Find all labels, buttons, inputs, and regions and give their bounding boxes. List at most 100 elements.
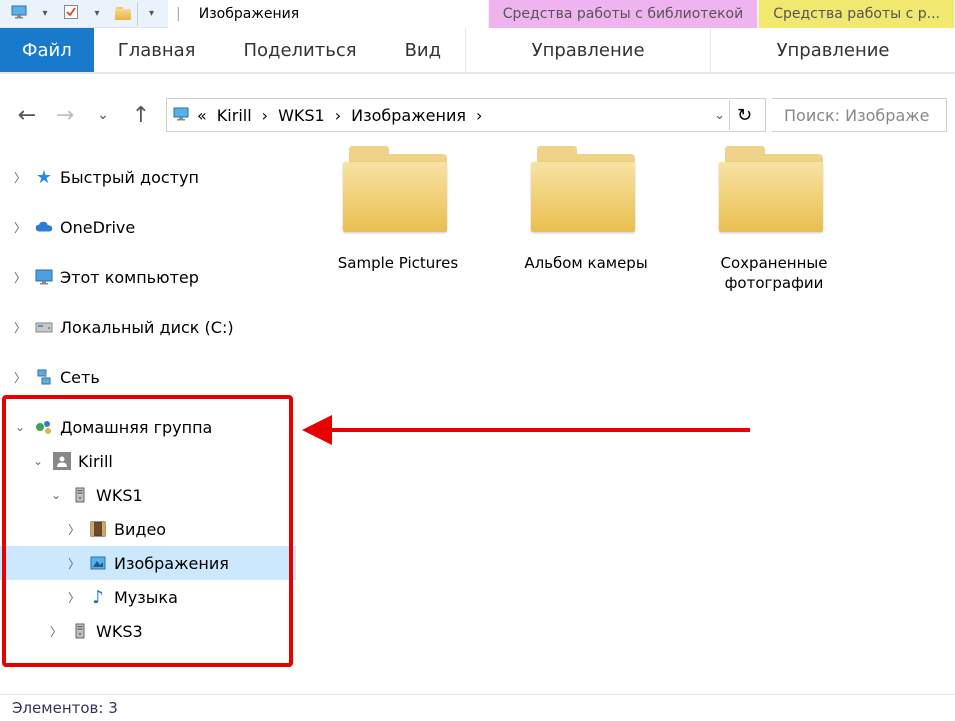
chevron-right-icon[interactable]: 〉 xyxy=(66,555,82,572)
qat-dropdown-1[interactable]: ▾ xyxy=(33,2,57,26)
ribbon-tab-manage-library[interactable]: Управление xyxy=(465,28,710,72)
tree-label: Этот компьютер xyxy=(60,268,199,287)
status-bar: Элементов: 3 xyxy=(0,694,955,721)
chevron-right-icon[interactable]: 〉 xyxy=(66,521,82,538)
status-count: 3 xyxy=(108,699,118,717)
tree-label: Быстрый доступ xyxy=(60,168,199,187)
context-tab-library[interactable]: Средства работы с библиотекой xyxy=(488,0,758,28)
folder-sample-pictures[interactable]: Sample Pictures xyxy=(318,146,478,274)
chevron-right-icon[interactable]: 〉 xyxy=(12,169,28,186)
navigation-bar: ← → ⌄ ↑ « Kirill › WKS1 › Изображения › … xyxy=(0,96,955,134)
video-icon xyxy=(88,519,108,539)
navigation-tree[interactable]: 〉 ★ Быстрый доступ 〉 OneDrive 〉 Этот ком… xyxy=(0,134,296,686)
folder-label: Альбом камеры xyxy=(506,254,666,274)
tree-local-disk[interactable]: 〉 Локальный диск (C:) xyxy=(0,310,296,344)
folder-label: Сохраненные фотографии xyxy=(694,254,854,293)
tree-label: Видео xyxy=(114,520,166,539)
disk-icon xyxy=(34,317,54,337)
ribbon-tab-file[interactable]: Файл xyxy=(0,28,94,72)
nav-back-button[interactable]: ← xyxy=(8,96,46,134)
qat-customize-dropdown[interactable]: ▾ xyxy=(137,2,161,26)
breadcrumb-images[interactable]: Изображения xyxy=(345,99,472,131)
ribbon-tab-home[interactable]: Главная xyxy=(94,28,220,72)
tree-label: Домашняя группа xyxy=(60,418,212,437)
address-bar-dropdown[interactable]: ⌄ xyxy=(714,108,725,123)
breadcrumb-chevron-1[interactable]: › xyxy=(258,99,272,131)
main-area: 〉 ★ Быстрый доступ 〉 OneDrive 〉 Этот ком… xyxy=(0,134,955,686)
nav-recent-dropdown[interactable]: ⌄ xyxy=(84,96,122,134)
tree-onedrive[interactable]: 〉 OneDrive xyxy=(0,210,296,244)
system-icon[interactable] xyxy=(7,2,31,26)
tree-label: Локальный диск (C:) xyxy=(60,318,234,337)
folder-label: Sample Pictures xyxy=(318,254,478,274)
ribbon-tab-share[interactable]: Поделиться xyxy=(219,28,380,72)
tree-homegroup[interactable]: ⌄ Домашняя группа xyxy=(0,410,296,444)
ribbon-tabs: Файл Главная Поделиться Вид Управление У… xyxy=(0,28,955,74)
tree-wks3[interactable]: 〉 WKS3 xyxy=(0,614,296,648)
chevron-down-icon[interactable]: ⌄ xyxy=(12,420,28,434)
qat-dropdown-2[interactable]: ▾ xyxy=(85,2,109,26)
music-icon: ♪ xyxy=(88,587,108,607)
monitor-icon xyxy=(34,267,54,287)
breadcrumb-chevron-2[interactable]: › xyxy=(331,99,345,131)
address-bar-icon xyxy=(173,106,191,124)
folder-icon xyxy=(719,146,829,236)
quick-access-toolbar: ▾ ▾ ▾ xyxy=(0,0,168,28)
user-icon xyxy=(52,451,72,471)
chevron-down-icon[interactable]: ⌄ xyxy=(48,488,64,502)
tree-wks1[interactable]: ⌄ WKS1 xyxy=(0,478,296,512)
search-input[interactable]: Поиск: Изображе xyxy=(772,98,947,132)
tree-label: Сеть xyxy=(60,368,100,387)
chevron-right-icon[interactable]: 〉 xyxy=(12,269,28,286)
title-separator: | xyxy=(176,6,181,22)
tree-label: Музыка xyxy=(114,588,178,607)
context-tab-pictures[interactable]: Средства работы с р... xyxy=(758,0,955,28)
refresh-button[interactable]: ↻ xyxy=(729,100,759,130)
tree-user-kirill[interactable]: ⌄ Kirill xyxy=(0,444,296,478)
tree-label: OneDrive xyxy=(60,218,135,237)
star-icon: ★ xyxy=(34,167,54,187)
breadcrumb-wks1[interactable]: WKS1 xyxy=(272,99,331,131)
tree-this-pc[interactable]: 〉 Этот компьютер xyxy=(0,260,296,294)
tree-quick-access[interactable]: 〉 ★ Быстрый доступ xyxy=(0,160,296,194)
folder-saved-pictures[interactable]: Сохраненные фотографии xyxy=(694,146,854,293)
ribbon-tab-manage-pictures[interactable]: Управление xyxy=(710,28,955,72)
computer-tower-icon xyxy=(70,485,90,505)
chevron-right-icon[interactable]: 〉 xyxy=(12,369,28,386)
tree-images[interactable]: 〉 Изображения xyxy=(0,546,296,580)
tree-label: Изображения xyxy=(114,554,229,573)
tree-label: WKS1 xyxy=(96,486,143,505)
breadcrumb-overflow[interactable]: « xyxy=(193,99,211,131)
network-icon xyxy=(34,367,54,387)
title-bar: ▾ ▾ ▾ | Изображения Средства работы с би… xyxy=(0,0,955,28)
folder-camera-roll[interactable]: Альбом камеры xyxy=(506,146,666,274)
cloud-icon xyxy=(34,217,54,237)
chevron-down-icon[interactable]: ⌄ xyxy=(30,454,46,468)
tree-music[interactable]: 〉 ♪ Музыка xyxy=(0,580,296,614)
window-title: Изображения xyxy=(189,0,299,28)
chevron-right-icon[interactable]: 〉 xyxy=(12,219,28,236)
search-placeholder: Поиск: Изображе xyxy=(784,106,930,125)
chevron-right-icon[interactable]: 〉 xyxy=(48,623,64,640)
current-folder-icon xyxy=(111,2,135,26)
nav-up-button[interactable]: ↑ xyxy=(122,96,160,134)
properties-icon[interactable] xyxy=(59,2,83,26)
tree-network[interactable]: 〉 Сеть xyxy=(0,360,296,394)
pictures-icon xyxy=(88,553,108,573)
status-count-label: Элементов: xyxy=(12,699,103,717)
folder-icon xyxy=(343,146,453,236)
homegroup-icon xyxy=(34,417,54,437)
tree-label: Kirill xyxy=(78,452,113,471)
chevron-right-icon[interactable]: 〉 xyxy=(66,589,82,606)
ribbon-tab-view[interactable]: Вид xyxy=(381,28,466,72)
address-bar[interactable]: « Kirill › WKS1 › Изображения › ⌄ ↻ xyxy=(166,98,766,132)
chevron-right-icon[interactable]: 〉 xyxy=(12,319,28,336)
breadcrumb-chevron-3[interactable]: › xyxy=(472,99,486,131)
computer-tower-icon xyxy=(70,621,90,641)
folder-icon xyxy=(531,146,641,236)
tree-video[interactable]: 〉 Видео xyxy=(0,512,296,546)
nav-forward-button[interactable]: → xyxy=(46,96,84,134)
tree-label: WKS3 xyxy=(96,622,143,641)
folder-content[interactable]: Sample Pictures Альбом камеры Сохраненны… xyxy=(296,134,955,686)
breadcrumb-kirill[interactable]: Kirill xyxy=(211,99,258,131)
